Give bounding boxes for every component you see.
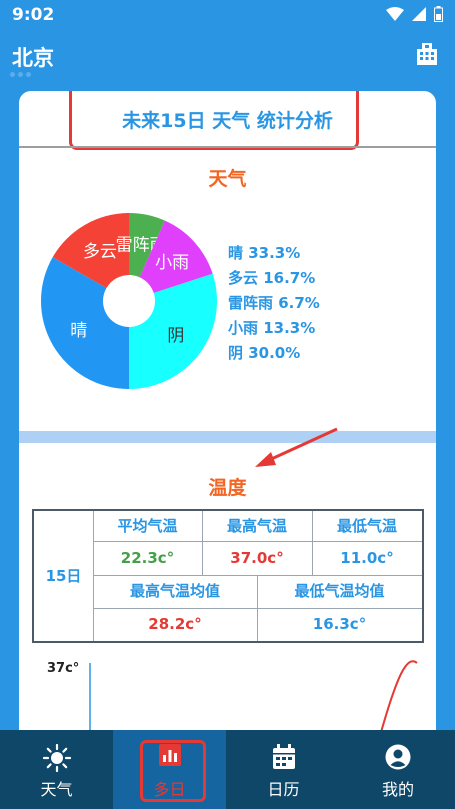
min-temp-label: 最低气温 bbox=[336, 517, 397, 535]
annotation-arrow-icon bbox=[255, 427, 338, 467]
legend-item: 雷阵雨 6.7% bbox=[228, 294, 320, 312]
nav-label: 我的 bbox=[381, 780, 414, 799]
nav-weather[interactable]: 天气 bbox=[0, 730, 113, 809]
city-name[interactable]: 北京 bbox=[12, 42, 54, 72]
bottom-nav: 天气 多日 日历 我的 bbox=[0, 730, 455, 809]
avg-temp-value: 22.3c° bbox=[120, 549, 175, 567]
signal-icon bbox=[412, 7, 426, 21]
max-temp-label: 最高气温 bbox=[226, 517, 287, 535]
temp-section-title: 温度 bbox=[208, 477, 247, 499]
sun-icon bbox=[42, 744, 71, 772]
battery-icon bbox=[434, 6, 443, 22]
divider bbox=[19, 146, 436, 148]
account-icon bbox=[385, 744, 411, 770]
calendar-icon bbox=[272, 744, 295, 769]
pie-hole bbox=[103, 275, 155, 327]
max-avg-label: 最高气温均值 bbox=[129, 582, 220, 600]
min-avg-value: 16.3c° bbox=[312, 615, 367, 633]
nav-profile[interactable]: 我的 bbox=[341, 730, 455, 809]
min-temp-value: 11.0c° bbox=[340, 549, 394, 567]
pie-legend: 晴 33.3% 多云 16.7% 雷阵雨 6.7% 小雨 13.3% 阴 30.… bbox=[228, 241, 320, 366]
status-icons bbox=[386, 6, 443, 22]
app-bar: 北京 bbox=[0, 38, 455, 78]
legend-item: 小雨 13.3% bbox=[228, 319, 316, 337]
section-divider-band bbox=[19, 431, 436, 443]
pie-slice-label: 小雨 bbox=[155, 253, 189, 273]
weather-section-title: 天气 bbox=[208, 168, 247, 190]
weather-pie-chart: 晴多云雷阵雨小雨阴 bbox=[40, 213, 217, 389]
wifi-icon bbox=[386, 7, 404, 21]
legend-item: 多云 16.7% bbox=[228, 269, 316, 287]
page-indicator bbox=[10, 72, 31, 77]
status-bar: 9:02 bbox=[0, 0, 455, 30]
legend-item: 晴 33.3% bbox=[228, 244, 301, 262]
pie-slice-label: 晴 bbox=[70, 321, 87, 341]
nav-label: 日历 bbox=[267, 780, 300, 799]
nav-calendar[interactable]: 日历 bbox=[226, 730, 341, 809]
max-avg-value: 28.2c° bbox=[148, 615, 202, 633]
temperature-table: 15日 平均气温 最高气温 最低气温 22.3c° 37.0c° 11.0c° … bbox=[32, 509, 424, 643]
stats-card: 未来15日 天气 统计分析 天气 晴多云 雷阵雨 小雨阴 晴 33.3% 多云 16… bbox=[19, 91, 436, 791]
avg-temp-label: 平均气温 bbox=[117, 517, 178, 535]
nav-label: 天气 bbox=[40, 780, 73, 799]
max-temp-value: 37.0c° bbox=[230, 549, 284, 567]
nav-label: 多日 bbox=[153, 780, 186, 799]
city-manage-icon[interactable] bbox=[415, 42, 439, 66]
pie-slice-label: 阴 bbox=[167, 326, 184, 346]
min-avg-label: 最低气温均值 bbox=[294, 582, 385, 600]
days-count: 15日 bbox=[45, 567, 82, 585]
legend-item: 阴 30.0% bbox=[228, 344, 301, 362]
card-title: 未来15日 天气 统计分析 bbox=[122, 110, 333, 132]
pie-slice-label: 多云 bbox=[83, 242, 117, 262]
status-time: 9:02 bbox=[12, 5, 55, 25]
bar-chart-icon bbox=[158, 744, 181, 766]
nav-multiday[interactable]: 多日 bbox=[113, 730, 226, 809]
